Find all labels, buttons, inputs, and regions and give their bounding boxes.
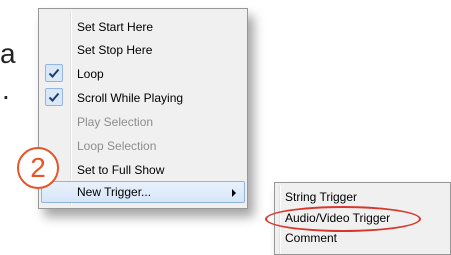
menu-item-label: Set to Full Show (77, 163, 165, 177)
menu-item-loop[interactable]: Loop (41, 63, 245, 85)
menu-item-play-selection: Play Selection (41, 111, 245, 133)
menu-item-loop-selection: Loop Selection (41, 135, 245, 157)
background-text-fragment: . (2, 74, 10, 105)
check-icon (45, 88, 63, 106)
menu-item-set-start-here[interactable]: Set Start Here (41, 16, 245, 38)
menu-item-label: Set Stop Here (77, 43, 153, 57)
menu-item-scroll-while-playing[interactable]: Scroll While Playing (41, 87, 245, 109)
menu-item-set-stop-here[interactable]: Set Stop Here (41, 39, 245, 61)
menu-item-set-to-full-show[interactable]: Set to Full Show (41, 159, 245, 181)
menu-item-label: Loop (77, 67, 104, 81)
background-text-fragment: a (0, 38, 16, 69)
step-number-badge: 2 (17, 147, 59, 189)
context-menu: Set Start Here Set Stop Here Loop Scroll… (38, 8, 248, 209)
annotation-ellipse (265, 206, 421, 232)
check-icon (45, 64, 63, 82)
menu-item-label: Play Selection (77, 115, 154, 129)
menu-item-label: Loop Selection (77, 139, 157, 153)
menu-item-label: Set Start Here (77, 20, 154, 34)
submenu-arrow-icon (232, 189, 236, 197)
submenu-item-string-trigger[interactable]: String Trigger (285, 186, 357, 208)
menu-item-new-trigger[interactable]: New Trigger... (41, 181, 245, 203)
menu-item-label: Scroll While Playing (77, 91, 184, 105)
menu-item-label: New Trigger... (77, 185, 152, 199)
